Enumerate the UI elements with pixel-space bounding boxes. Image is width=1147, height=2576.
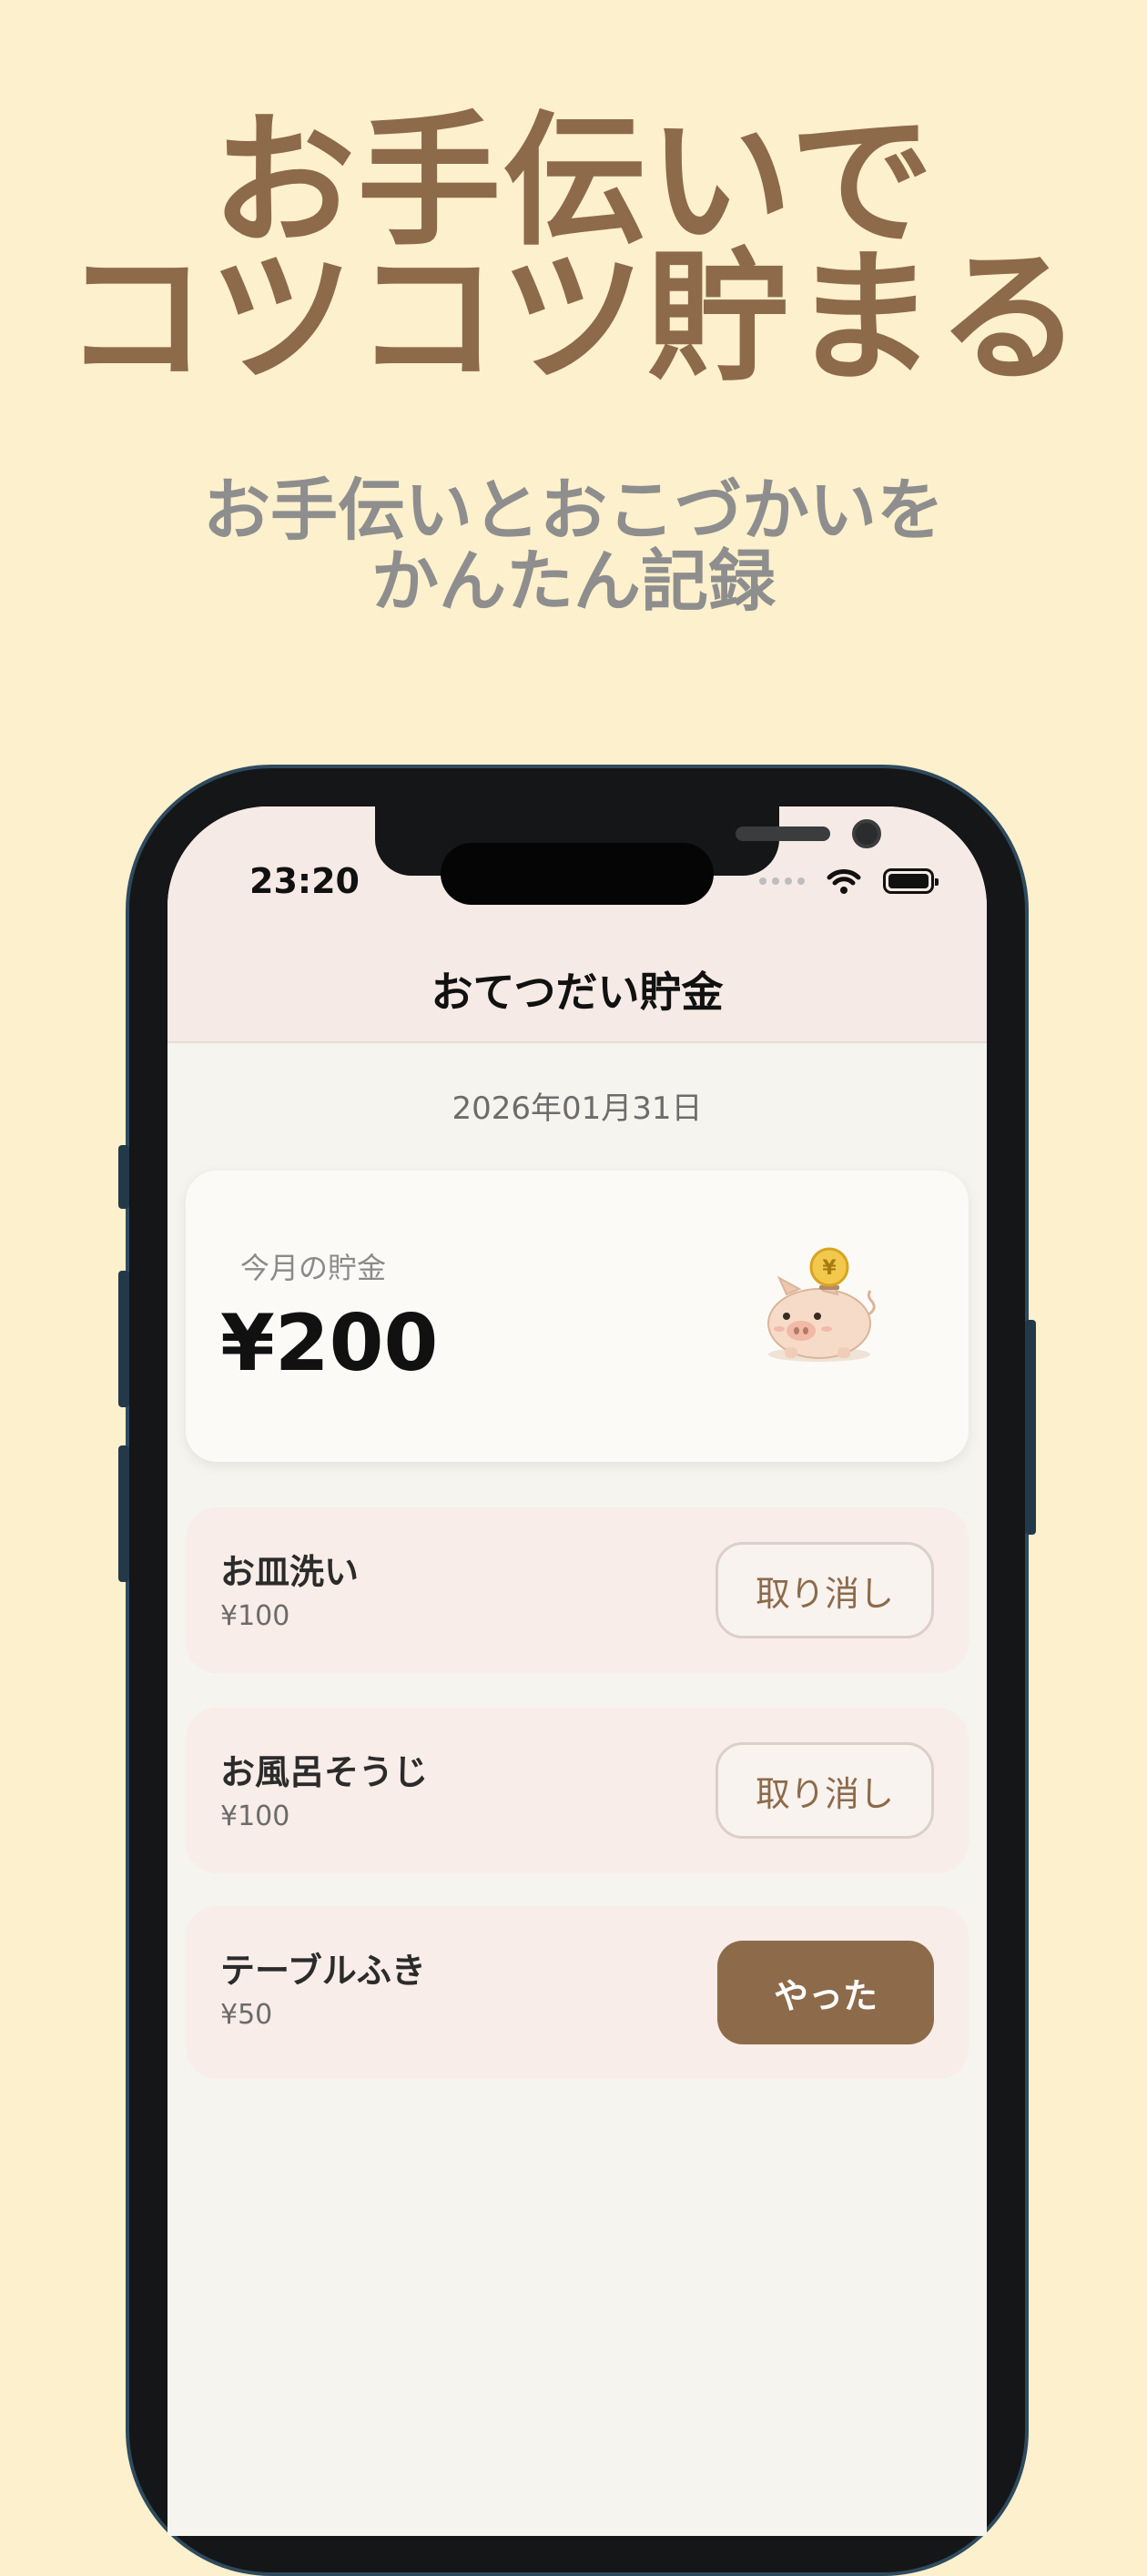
speaker-grille bbox=[736, 827, 830, 841]
current-date: 2026年01月31日 bbox=[452, 1090, 703, 1127]
task-name: お風呂そうじ bbox=[220, 1752, 429, 1792]
headline-line-1: お手伝いで bbox=[211, 98, 936, 266]
savings-label: 今月の貯金 bbox=[240, 1251, 387, 1285]
monthly-savings-card: 今月の貯金 ¥200 ¥ bbox=[186, 1171, 969, 1462]
status-icons bbox=[759, 863, 939, 899]
task-name: お皿洗い bbox=[220, 1552, 360, 1592]
volume-up-button bbox=[118, 1271, 129, 1407]
subheadline: お手伝いとおこづかいを かんたん記録 bbox=[0, 475, 1147, 617]
task-reward: ¥100 bbox=[220, 1600, 290, 1632]
silent-switch bbox=[118, 1145, 129, 1209]
task-row: お皿洗い ¥100 取り消し bbox=[186, 1507, 969, 1673]
wifi-icon bbox=[827, 869, 861, 894]
app-screen: 23:20 おてつだい貯金 2026年01月31日 今月の貯金 ¥200 ¥ お… bbox=[167, 806, 987, 2536]
undo-button[interactable]: 取り消し bbox=[716, 1742, 934, 1839]
subheadline-line-2: かんたん記録 bbox=[371, 543, 776, 621]
volume-down-button bbox=[118, 1445, 129, 1582]
piggy-bank-coin-icon: ¥ bbox=[767, 1247, 876, 1362]
task-row: お風呂そうじ ¥100 取り消し bbox=[186, 1708, 969, 1873]
task-row: テーブルふき ¥50 やった bbox=[186, 1906, 969, 2079]
task-reward: ¥100 bbox=[220, 1800, 290, 1832]
subheadline-line-1: お手伝いとおこづかいを bbox=[203, 472, 944, 550]
headline-line-2: コツコツ貯まる bbox=[64, 235, 1083, 402]
svg-text:¥: ¥ bbox=[822, 1257, 837, 1280]
app-title: おてつだい貯金 bbox=[431, 968, 724, 1017]
task-name: テーブルふき bbox=[220, 1951, 426, 1991]
savings-amount: ¥200 bbox=[220, 1298, 439, 1389]
headline: お手伝いで コツコツ貯まる bbox=[0, 98, 1147, 402]
battery-icon bbox=[883, 868, 939, 894]
status-time: 23:20 bbox=[249, 861, 360, 901]
dynamic-island bbox=[441, 843, 714, 905]
front-camera bbox=[852, 819, 881, 848]
navigation-bar: 23:20 おてつだい貯金 bbox=[167, 806, 987, 1043]
power-button bbox=[1025, 1320, 1036, 1535]
signal-dots-icon bbox=[759, 877, 805, 885]
undo-button[interactable]: 取り消し bbox=[716, 1542, 934, 1638]
done-button[interactable]: やった bbox=[717, 1941, 934, 2044]
task-reward: ¥50 bbox=[220, 1999, 273, 2031]
